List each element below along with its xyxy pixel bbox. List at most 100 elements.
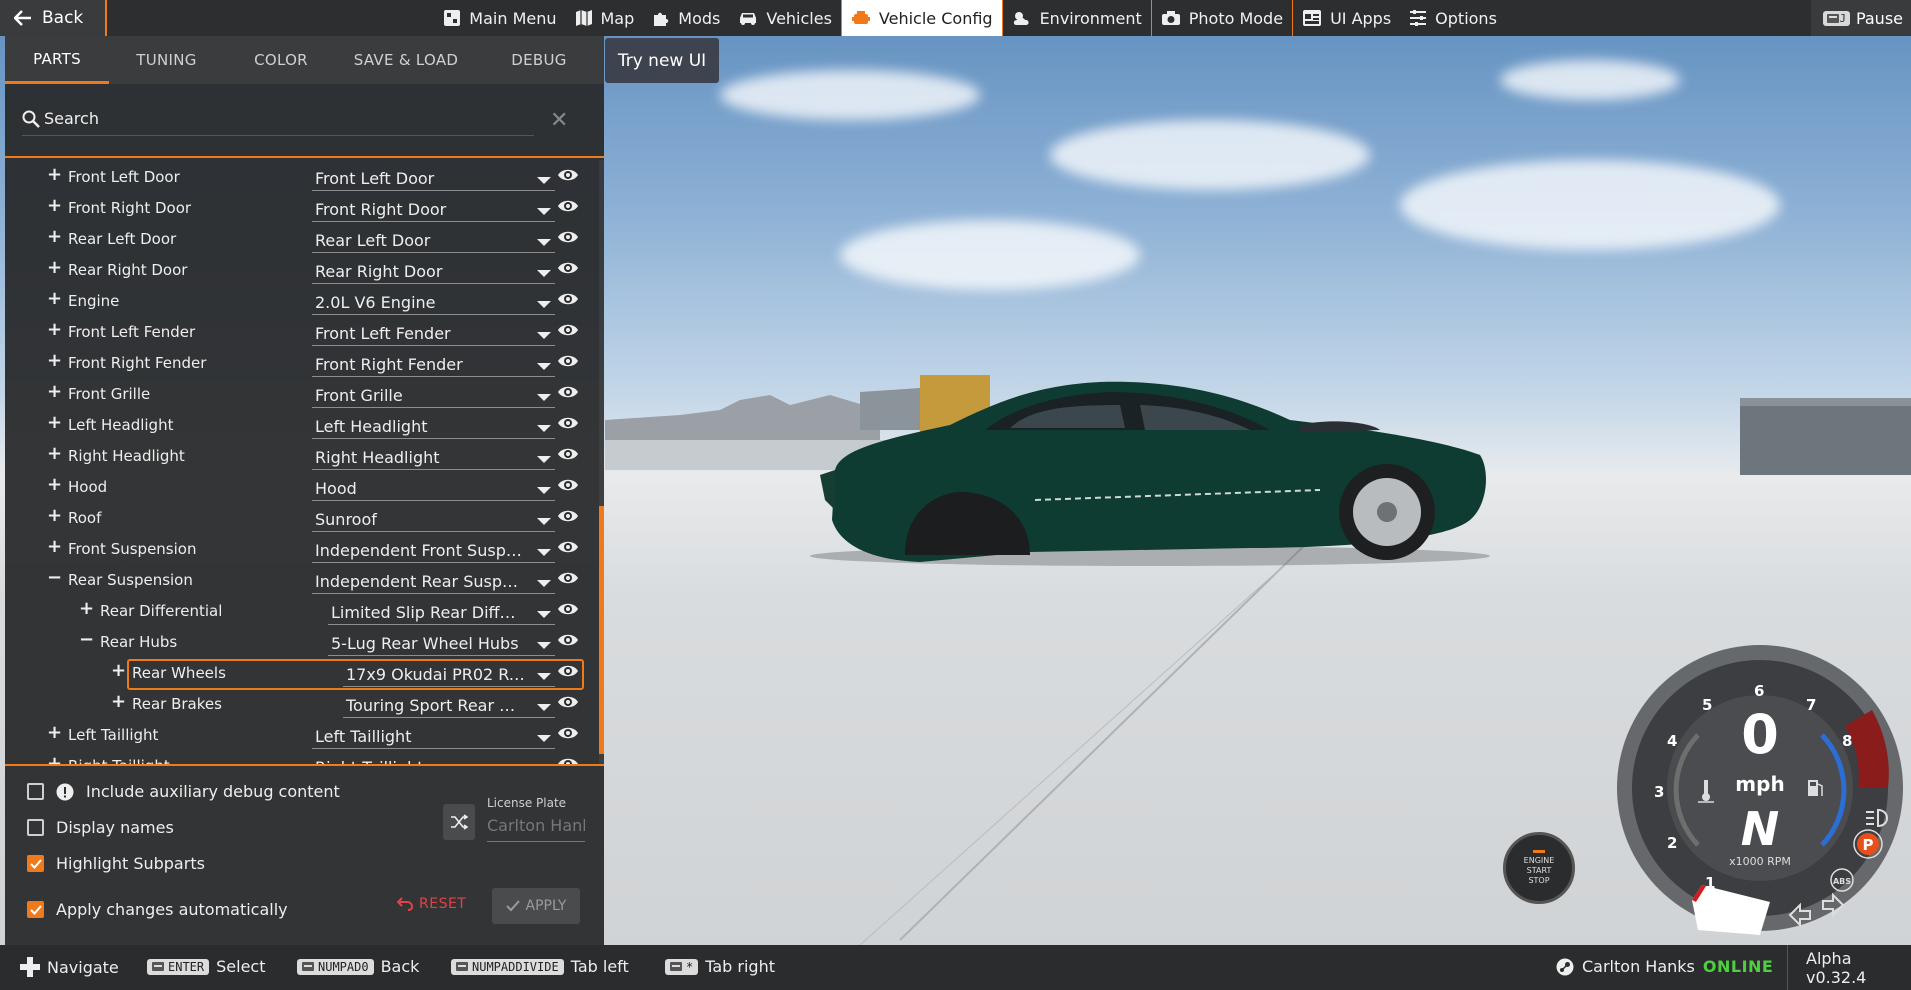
part-select[interactable]: Left Taillight	[312, 724, 555, 749]
expand-toggle[interactable]: +	[47, 507, 62, 525]
expand-toggle[interactable]: +	[47, 755, 62, 765]
menu-mods[interactable]: Mods	[643, 0, 729, 36]
eye-icon[interactable]	[557, 198, 579, 214]
menu-ui-apps[interactable]: UI Apps	[1292, 0, 1400, 36]
expand-toggle[interactable]: +	[47, 414, 62, 432]
expand-toggle[interactable]: +	[111, 662, 126, 680]
part-row[interactable]: + Rear Differential Limited Slip Rear Diff…	[5, 596, 590, 627]
eye-icon[interactable]	[557, 570, 579, 586]
part-select[interactable]: Independent Rear Suspen...	[312, 569, 555, 594]
eye-icon[interactable]	[557, 291, 579, 307]
apply-button[interactable]: APPLY	[492, 888, 580, 924]
eye-icon[interactable]	[557, 539, 579, 555]
part-row[interactable]: + Rear Wheels 17x9 Okudai PR02 Re...	[5, 658, 590, 690]
menu-photo-mode[interactable]: Photo Mode	[1150, 0, 1292, 36]
eye-icon[interactable]	[557, 694, 579, 710]
license-plate-input[interactable]: Carlton Hank	[487, 816, 585, 842]
tab-color[interactable]: COLOR	[224, 36, 338, 84]
part-row[interactable]: + Rear Right Door Rear Right Door	[5, 255, 590, 286]
user-status[interactable]: Carlton Hanks ONLINE	[1556, 957, 1773, 976]
eye-icon[interactable]	[557, 508, 579, 524]
eye-icon[interactable]	[557, 415, 579, 431]
expand-toggle[interactable]: +	[47, 538, 62, 556]
expand-toggle[interactable]: +	[47, 197, 62, 215]
expand-toggle[interactable]: +	[47, 290, 62, 308]
part-select[interactable]: Right Taillight	[312, 755, 555, 764]
part-select[interactable]: Hood	[312, 476, 555, 501]
expand-toggle[interactable]: +	[111, 693, 126, 711]
part-row[interactable]: − Rear Suspension Independent Rear Suspen.…	[5, 565, 590, 596]
eye-icon[interactable]	[557, 601, 579, 617]
part-row[interactable]: + Front Right Door Front Right Door	[5, 193, 590, 224]
part-row[interactable]: + Hood Hood	[5, 472, 590, 503]
expand-toggle[interactable]: +	[47, 228, 62, 246]
part-row[interactable]: + Roof Sunroof	[5, 503, 590, 534]
eye-icon[interactable]	[557, 384, 579, 400]
menu-map[interactable]: Map	[566, 0, 644, 36]
part-row[interactable]: + Front Grille Front Grille	[5, 379, 590, 410]
reset-button[interactable]: RESET	[397, 896, 466, 912]
expand-toggle[interactable]: −	[47, 569, 62, 587]
eye-icon[interactable]	[557, 322, 579, 338]
expand-toggle[interactable]: +	[47, 476, 62, 494]
part-row[interactable]: + Engine 2.0L V6 Engine	[5, 286, 590, 317]
display-names-checkbox[interactable]: Display names	[27, 818, 174, 837]
part-select[interactable]: 17x9 Okudai PR02 Re...	[343, 662, 555, 687]
part-row[interactable]: − Rear Hubs 5-Lug Rear Wheel Hubs	[5, 627, 590, 658]
part-row[interactable]: + Right Headlight Right Headlight	[5, 441, 590, 472]
part-row[interactable]: + Front Right Fender Front Right Fender	[5, 348, 590, 379]
part-row[interactable]: + Front Suspension Independent Front Suspe…	[5, 534, 590, 565]
checkbox-box[interactable]	[27, 819, 44, 836]
clear-search-icon[interactable]: ✕	[550, 110, 568, 132]
tab-parts[interactable]: PARTS	[5, 36, 109, 84]
expand-toggle[interactable]: +	[47, 724, 62, 742]
menu-main-menu[interactable]: Main Menu	[434, 0, 565, 36]
eye-icon[interactable]	[557, 632, 579, 648]
highlight-subparts-checkbox[interactable]: Highlight Subparts	[27, 854, 205, 873]
part-row[interactable]: + Front Left Door Front Left Door	[5, 162, 590, 193]
part-row[interactable]: + Right Taillight Right Taillight	[5, 751, 590, 764]
expand-toggle[interactable]: −	[79, 631, 94, 649]
eye-icon[interactable]	[557, 167, 579, 183]
expand-toggle[interactable]: +	[79, 600, 94, 618]
expand-toggle[interactable]: +	[47, 352, 62, 370]
engine-start-stop-button[interactable]: ENGINE START STOP	[1503, 832, 1575, 904]
part-select[interactable]: 5-Lug Rear Wheel Hubs	[328, 631, 555, 656]
part-select[interactable]: Left Headlight	[312, 414, 555, 439]
part-select[interactable]: 2.0L V6 Engine	[312, 290, 555, 315]
part-select[interactable]: Independent Front Suspe...	[312, 538, 555, 563]
part-select[interactable]: Front Right Fender	[312, 352, 555, 377]
try-new-ui-button[interactable]: Try new UI	[605, 38, 719, 83]
part-select[interactable]: Right Headlight	[312, 445, 555, 470]
tab-tuning[interactable]: TUNING	[109, 36, 224, 84]
menu-vehicles[interactable]: Vehicles	[729, 0, 841, 36]
randomize-plate-button[interactable]	[443, 804, 475, 840]
expand-toggle[interactable]: +	[47, 166, 62, 184]
part-row[interactable]: + Rear Left Door Rear Left Door	[5, 224, 590, 255]
part-select[interactable]: Touring Sport Rear Di...	[343, 693, 555, 718]
part-select[interactable]: Sunroof	[312, 507, 555, 532]
tab-save-load[interactable]: SAVE & LOAD	[338, 36, 474, 84]
part-select[interactable]: Limited Slip Rear Differe...	[328, 600, 555, 625]
eye-icon[interactable]	[557, 260, 579, 276]
expand-toggle[interactable]: +	[47, 259, 62, 277]
apply-auto-checkbox[interactable]: Apply changes automatically	[27, 900, 288, 919]
menu-options[interactable]: Options	[1400, 0, 1506, 36]
eye-icon[interactable]	[557, 353, 579, 369]
pause-button[interactable]: J Pause	[1811, 0, 1911, 36]
aux-debug-checkbox[interactable]: Include auxiliary debug content	[27, 782, 340, 801]
search-input[interactable]: Search	[22, 102, 534, 136]
eye-icon[interactable]	[557, 663, 579, 679]
part-select[interactable]: Front Left Fender	[312, 321, 555, 346]
back-button[interactable]: Back	[0, 0, 108, 36]
part-row[interactable]: + Front Left Fender Front Left Fender	[5, 317, 590, 348]
eye-icon[interactable]	[557, 725, 579, 741]
eye-icon[interactable]	[557, 477, 579, 493]
menu-vehicle-config[interactable]: Vehicle Config	[840, 0, 1002, 36]
part-row[interactable]: + Left Headlight Left Headlight	[5, 410, 590, 441]
scrollbar-thumb[interactable]	[599, 506, 604, 754]
part-select[interactable]: Front Grille	[312, 383, 555, 408]
expand-toggle[interactable]: +	[47, 383, 62, 401]
checkbox-box[interactable]	[27, 901, 44, 918]
menu-environment[interactable]: Environment	[1001, 0, 1151, 36]
